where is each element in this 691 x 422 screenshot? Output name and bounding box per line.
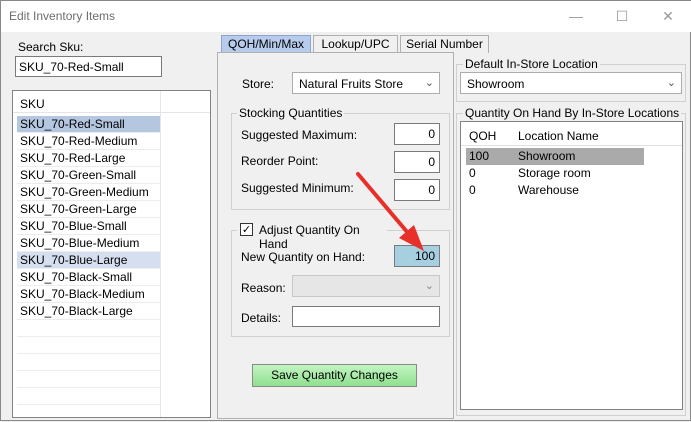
edit-inventory-window: Edit Inventory Items — ☐ ✕ Search Sku: S… xyxy=(0,0,691,421)
annotation-arrow-icon xyxy=(356,172,424,251)
